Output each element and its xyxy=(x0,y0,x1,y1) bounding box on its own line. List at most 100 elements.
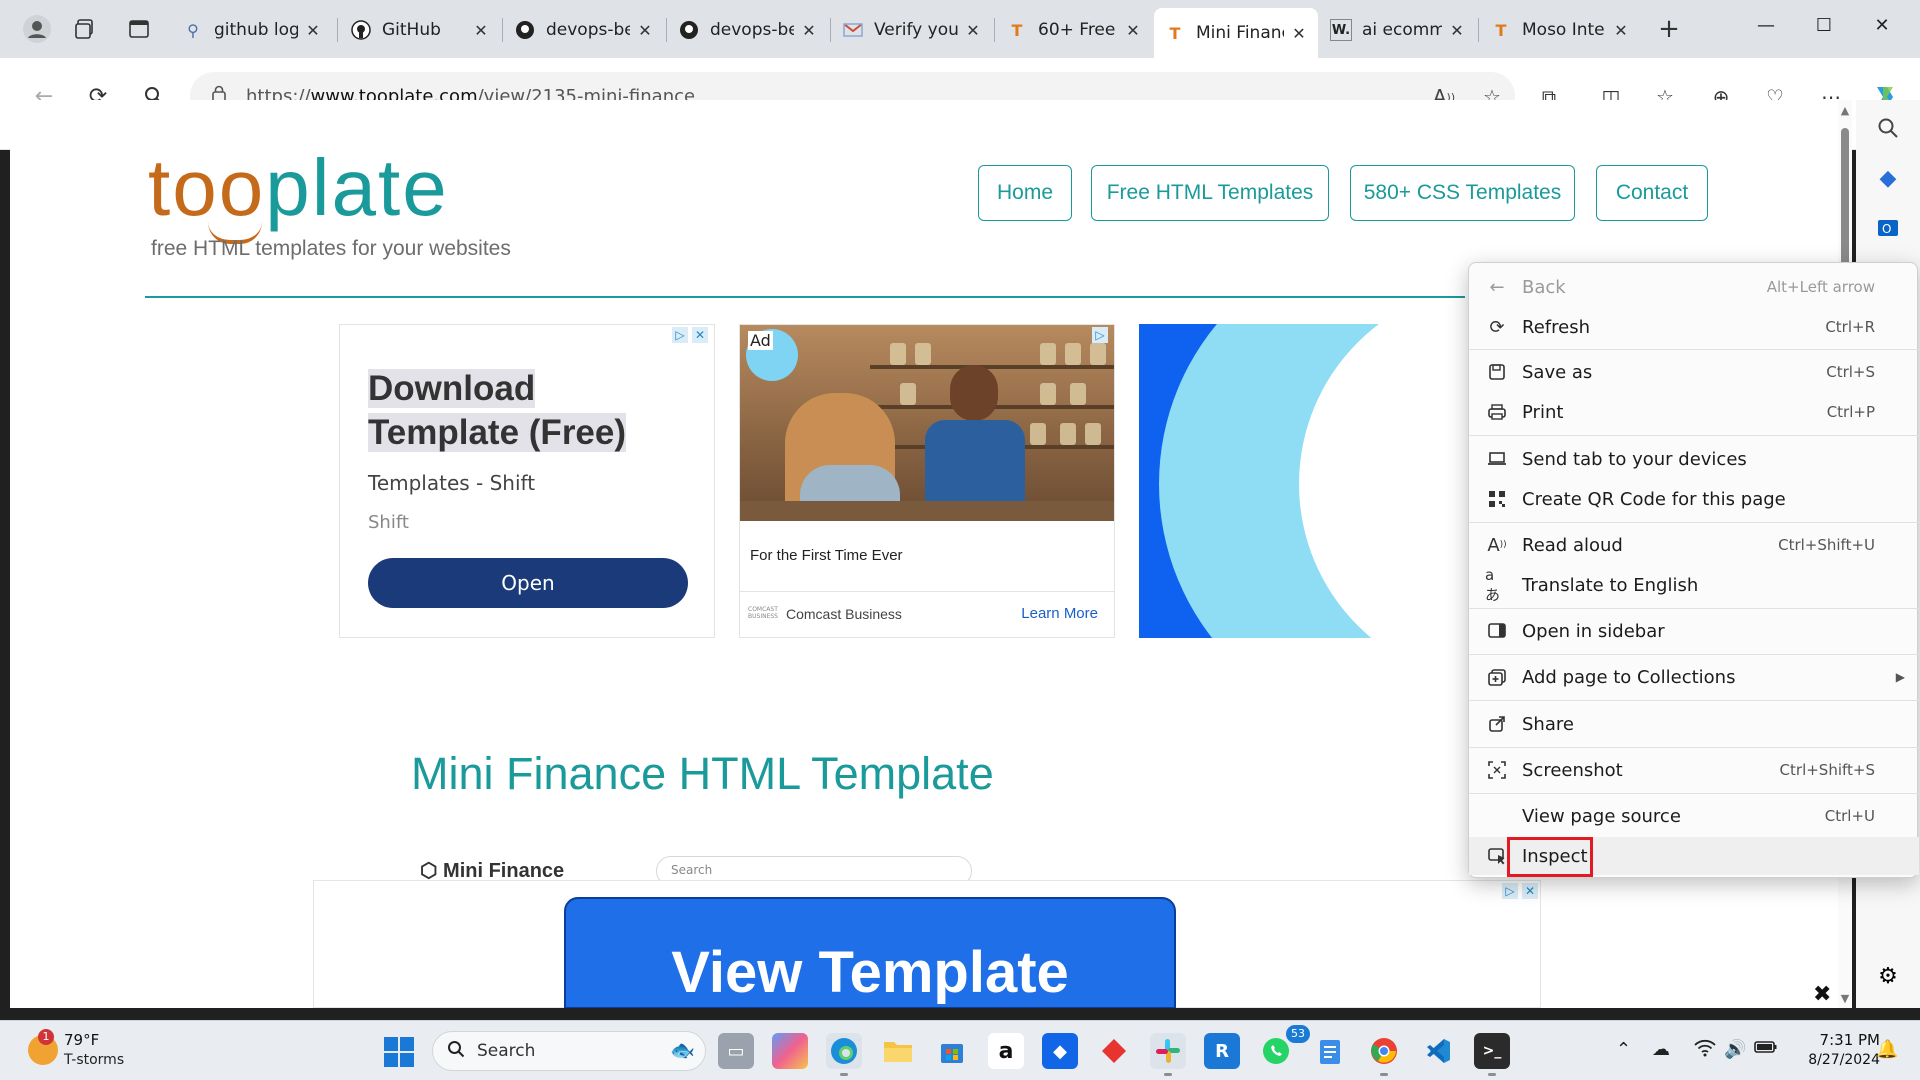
screenshot-icon xyxy=(1485,758,1509,782)
menu-item-translate[interactable]: aあ Translate to English xyxy=(1469,566,1919,604)
search-icon[interactable] xyxy=(1872,112,1904,144)
menu-label: Screenshot xyxy=(1522,759,1623,781)
start-button[interactable] xyxy=(384,1037,414,1067)
tab-github-login[interactable]: ⚲ github login ✕ xyxy=(172,10,332,50)
notification-bell-icon[interactable]: 🔔 xyxy=(1876,1039,1898,1060)
menu-item-open-sidebar[interactable]: Open in sidebar xyxy=(1469,612,1919,650)
tab-devops-begin-2[interactable]: devops-begin ✕ xyxy=(668,10,828,50)
file-explorer-icon[interactable] xyxy=(880,1033,916,1069)
close-window-button[interactable]: ✕ xyxy=(1854,0,1910,50)
weather-temp[interactable]: 79°F xyxy=(64,1031,99,1049)
menu-item-print[interactable]: Print Ctrl+P xyxy=(1469,393,1919,431)
tab-60-free-html[interactable]: T 60+ Free HTML ✕ xyxy=(996,10,1152,50)
outlook-icon[interactable]: O xyxy=(1872,212,1904,244)
close-icon[interactable]: ✕ xyxy=(800,21,818,40)
menu-item-save-as[interactable]: Save as Ctrl+S xyxy=(1469,353,1919,391)
vscode-icon[interactable] xyxy=(1420,1033,1456,1069)
ad-view-template[interactable]: ▷ ✕ View Template xyxy=(313,880,1541,1008)
ad-headline-line1: Download xyxy=(368,369,536,408)
vertical-tabs-icon[interactable] xyxy=(120,10,158,48)
ad-footer: COMCAST BUSINESS Comcast Business Learn M… xyxy=(740,591,1114,637)
menu-item-add-to-collections[interactable]: Add page to Collections ▶ xyxy=(1469,658,1919,696)
clock-time[interactable]: 7:31 PM xyxy=(1800,1031,1880,1049)
nav-home[interactable]: Home xyxy=(978,165,1072,221)
close-icon[interactable]: ✕ xyxy=(472,21,490,40)
minimize-button[interactable]: — xyxy=(1738,0,1794,50)
tab-verify[interactable]: Verify your id ✕ xyxy=(832,10,992,50)
chevron-right-icon: ▶ xyxy=(1895,670,1905,684)
close-icon[interactable]: ✕ xyxy=(692,327,708,343)
tray-chevron-up-icon[interactable]: ⌃ xyxy=(1616,1039,1631,1060)
ad-open-button[interactable]: Open xyxy=(368,558,688,608)
battery-icon[interactable] xyxy=(1754,1039,1778,1060)
logo-part-2: plate xyxy=(265,143,449,232)
close-icon[interactable]: ✕ xyxy=(636,21,654,40)
tab-ai-ecommerce[interactable]: W. ai ecommerce ✕ xyxy=(1320,10,1476,50)
adchoices-icon[interactable]: ▷ xyxy=(1092,327,1108,343)
menu-item-qr-code[interactable]: Create QR Code for this page xyxy=(1469,480,1919,518)
onedrive-icon[interactable]: ☁ xyxy=(1652,1039,1670,1060)
ad-graphic[interactable] xyxy=(1139,324,1469,638)
tab-devops-begin-1[interactable]: devops-begin ✕ xyxy=(504,10,664,50)
amazon-icon[interactable]: a xyxy=(988,1033,1024,1069)
close-icon[interactable]: ✕ xyxy=(1290,24,1308,43)
slack-icon[interactable] xyxy=(1150,1033,1186,1069)
wifi-icon[interactable] xyxy=(1694,1039,1716,1062)
tooplate-logo[interactable]: tooplate xyxy=(148,142,449,234)
tab-title: Moso Interio xyxy=(1522,20,1606,40)
ad-download-template[interactable]: ▷ ✕ Download Template (Free) Templates - S… xyxy=(339,324,715,638)
tab-moso-interior[interactable]: T Moso Interio ✕ xyxy=(1480,10,1640,50)
tab-mini-finance[interactable]: T Mini Finance ✕ xyxy=(1154,8,1318,58)
profile-icon[interactable] xyxy=(18,10,56,48)
app-red-diamond-icon[interactable] xyxy=(1096,1033,1132,1069)
menu-item-read-aloud[interactable]: A)) Read aloud Ctrl+Shift+U xyxy=(1469,526,1919,564)
adchoices-icon[interactable]: ▷ xyxy=(672,327,688,343)
tab-strip: ⚲ github login ✕ GitHub ✕ devops-begin ✕… xyxy=(0,0,1920,58)
weather-desc[interactable]: T-storms xyxy=(64,1052,124,1068)
close-icon[interactable]: ✕ xyxy=(1124,21,1142,40)
maximize-button[interactable]: ☐ xyxy=(1796,0,1852,50)
close-icon[interactable]: ✕ xyxy=(964,21,982,40)
close-icon[interactable]: ✕ xyxy=(1448,21,1466,40)
terminal-icon[interactable]: >_ xyxy=(1474,1033,1510,1069)
microsoft-store-icon[interactable] xyxy=(934,1033,970,1069)
menu-item-view-source[interactable]: View page source Ctrl+U xyxy=(1469,797,1919,835)
notepad-icon[interactable] xyxy=(1312,1033,1348,1069)
app-r-icon[interactable]: R xyxy=(1204,1033,1240,1069)
settings-gear-icon[interactable]: ⚙ xyxy=(1872,960,1904,992)
ad-choices[interactable]: ▷ xyxy=(1070,327,1108,345)
shopping-tag-icon[interactable]: ◆ xyxy=(1872,162,1904,194)
nav-free-html-templates[interactable]: Free HTML Templates xyxy=(1091,165,1329,221)
task-view-icon[interactable]: ▭ xyxy=(718,1033,754,1069)
nav-contact[interactable]: Contact xyxy=(1596,165,1708,221)
ad-choices[interactable]: ▷ ✕ xyxy=(1500,883,1538,901)
chrome-icon[interactable] xyxy=(1366,1033,1402,1069)
adchoices-icon[interactable]: ▷ xyxy=(1502,883,1518,899)
clock-date[interactable]: 8/27/2024 xyxy=(1780,1052,1880,1068)
ad-choices[interactable]: ▷ ✕ xyxy=(670,327,708,345)
taskbar-search[interactable]: Search 🐟 xyxy=(432,1031,706,1071)
menu-item-back[interactable]: ← Back Alt+Left arrow xyxy=(1469,268,1919,306)
volume-icon[interactable]: 🔊 xyxy=(1724,1039,1746,1060)
edge-icon[interactable] xyxy=(826,1033,862,1069)
scroll-down-icon[interactable]: ▼ xyxy=(1838,992,1852,1005)
view-template-button[interactable]: View Template xyxy=(564,897,1176,1008)
close-icon[interactable]: ✕ xyxy=(304,21,322,40)
close-icon[interactable]: ✕ xyxy=(1612,21,1630,40)
menu-item-send-tab[interactable]: Send tab to your devices xyxy=(1469,440,1919,478)
menu-item-refresh[interactable]: ⟳ Refresh Ctrl+R xyxy=(1469,308,1919,346)
copilot-icon[interactable] xyxy=(772,1033,808,1069)
ad-comcast[interactable]: Ad ▷ For the First Time Ever COMCAST BUSI… xyxy=(739,324,1115,638)
menu-item-screenshot[interactable]: Screenshot Ctrl+Shift+S xyxy=(1469,751,1919,789)
scroll-up-icon[interactable]: ▲ xyxy=(1838,104,1852,117)
dropbox-icon[interactable]: ◆ xyxy=(1042,1033,1078,1069)
new-tab-button[interactable]: + xyxy=(1650,10,1688,48)
ad-label: Ad xyxy=(748,331,773,350)
ad-learn-more-link[interactable]: Learn More xyxy=(1021,605,1098,622)
close-ad-icon[interactable]: ✖ xyxy=(1813,982,1831,1007)
menu-item-share[interactable]: Share xyxy=(1469,705,1919,743)
close-icon[interactable]: ✕ xyxy=(1522,883,1538,899)
workspaces-icon[interactable] xyxy=(66,10,104,48)
tab-github[interactable]: GitHub ✕ xyxy=(340,10,500,50)
nav-css-templates[interactable]: 580+ CSS Templates xyxy=(1350,165,1575,221)
